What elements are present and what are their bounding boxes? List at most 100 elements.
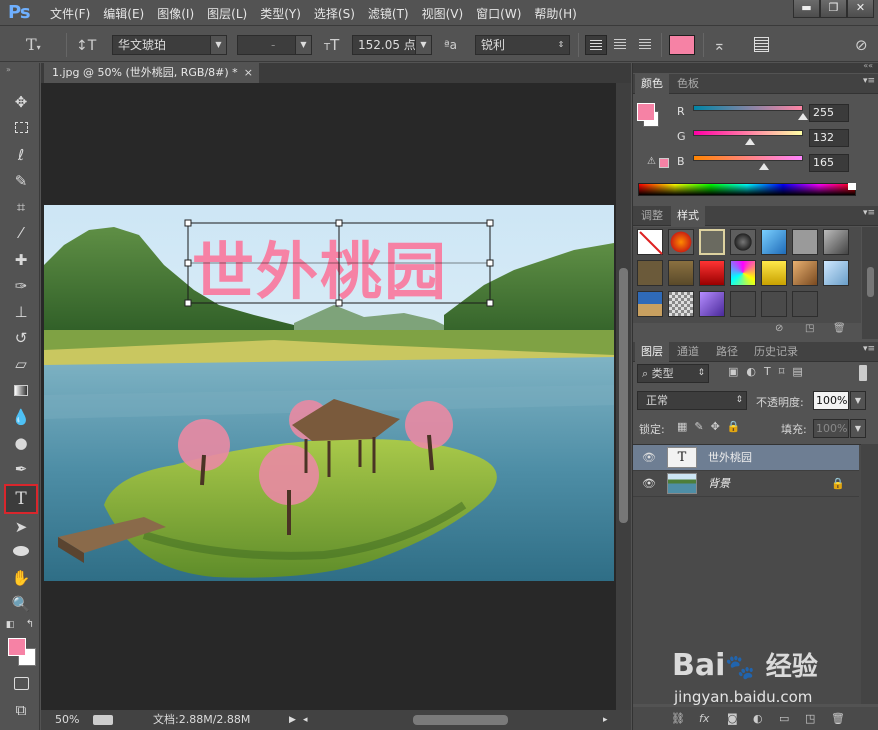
move-tool-icon[interactable]: ✥ <box>9 91 33 113</box>
tab-swatches[interactable]: 色板 <box>671 74 705 94</box>
menu-filter[interactable]: 滤镜(T) <box>368 5 409 22</box>
slider-r[interactable] <box>693 105 803 111</box>
color-spectrum-bar[interactable] <box>638 183 856 196</box>
status-menu-arrow-icon[interactable]: ▶ <box>289 710 296 730</box>
document-tab[interactable]: 1.jpg @ 50% (世外桃园, RGB/8#) * × <box>44 63 259 83</box>
clear-style-icon[interactable]: ⊘ <box>775 323 783 334</box>
align-left-button[interactable] <box>585 35 607 55</box>
style-swatch[interactable] <box>637 291 663 317</box>
align-right-button[interactable] <box>635 35 657 55</box>
tab-history[interactable]: 历史记录 <box>748 342 804 362</box>
style-swatch[interactable] <box>699 260 725 286</box>
tab-paths[interactable]: 路径 <box>710 342 744 362</box>
pen-tool-icon[interactable]: ✒ <box>9 458 33 480</box>
style-swatch[interactable] <box>699 291 725 317</box>
scroll-left-icon[interactable]: ◂ <box>303 710 308 730</box>
panel-menu-icon[interactable]: ▾≡ <box>863 208 875 218</box>
eraser-tool-icon[interactable]: ▱ <box>9 353 33 375</box>
maximize-button[interactable]: ❐ <box>820 0 847 18</box>
lasso-tool-icon[interactable]: ℓ <box>9 144 33 166</box>
font-size-select[interactable]: 152.05 点 ▼ <box>352 35 432 55</box>
panel-menu-icon[interactable]: ▾≡ <box>863 344 875 354</box>
white-chip[interactable] <box>848 183 856 190</box>
slider-b[interactable] <box>693 155 803 161</box>
slider-g-thumb[interactable] <box>744 138 755 145</box>
align-center-button[interactable] <box>610 35 632 55</box>
panel-menu-icon[interactable]: ▾≡ <box>863 76 875 86</box>
style-swatch[interactable] <box>761 291 787 317</box>
layer-row-background[interactable]: 👁 背景 🔒 <box>633 471 859 497</box>
tab-layers[interactable]: 图层 <box>635 342 669 362</box>
style-swatch[interactable] <box>792 260 818 286</box>
collapse-icon[interactable]: «« <box>863 61 873 70</box>
vertical-scrollbar-thumb[interactable] <box>619 268 628 523</box>
style-swatch[interactable] <box>823 229 849 255</box>
style-none[interactable] <box>637 229 663 255</box>
style-swatch[interactable] <box>668 260 694 286</box>
document-image[interactable]: 世外桃园 <box>44 205 614 581</box>
input-b[interactable]: 165 <box>809 154 849 172</box>
text-color-swatch[interactable] <box>669 35 695 55</box>
antialias-select[interactable]: 锐利 ⇕ <box>475 35 570 55</box>
zoom-level[interactable]: 50% <box>55 710 79 730</box>
opacity-input[interactable]: 100% <box>813 391 849 410</box>
document-info-icon[interactable] <box>93 715 113 725</box>
screen-mode-icon[interactable]: ⧉ <box>9 699 33 721</box>
gradient-tool-icon[interactable] <box>9 380 33 402</box>
layer-filter-icons[interactable]: ▣◐T⌑▤ <box>728 365 811 378</box>
warp-text-icon[interactable]: ⌅ <box>713 35 726 55</box>
style-swatch[interactable] <box>761 260 787 286</box>
type-tool-icon[interactable]: T <box>4 484 38 514</box>
input-g[interactable]: 132 <box>809 129 849 147</box>
stamp-tool-icon[interactable]: ⊥ <box>9 301 33 323</box>
style-swatch[interactable] <box>730 260 756 286</box>
menu-layer[interactable]: 图层(L) <box>207 5 247 22</box>
style-swatch[interactable] <box>823 260 849 286</box>
style-swatch[interactable] <box>761 229 787 255</box>
hand-tool-icon[interactable]: ✋ <box>9 567 33 589</box>
fill-dropdown-icon[interactable]: ▼ <box>850 419 866 438</box>
layer-filter-select[interactable]: ⌕ 类型 ⇕ <box>637 364 709 383</box>
eye-icon[interactable]: 👁 <box>642 471 656 497</box>
blend-mode-select[interactable]: 正常 ⇕ <box>637 391 747 410</box>
menu-type[interactable]: 类型(Y) <box>260 5 301 22</box>
filter-toggle-switch[interactable] <box>859 365 867 381</box>
grip-icon[interactable]: » <box>6 65 11 74</box>
history-brush-tool-icon[interactable]: ↺ <box>9 327 33 349</box>
lock-icons[interactable]: ▦✎✥🔒 <box>677 420 748 433</box>
input-r[interactable]: 255 <box>809 104 849 122</box>
style-swatch[interactable] <box>699 229 725 255</box>
horizontal-scrollbar-thumb[interactable] <box>413 715 508 725</box>
layer-name[interactable]: 背景 <box>708 471 730 497</box>
gamut-color-chip[interactable] <box>659 158 669 168</box>
styles-scrollbar[interactable] <box>862 227 878 339</box>
style-swatch[interactable] <box>792 229 818 255</box>
healing-brush-tool-icon[interactable]: ✚ <box>9 249 33 271</box>
zoom-tool-icon[interactable]: 🔍 <box>9 593 33 615</box>
menu-window[interactable]: 窗口(W) <box>476 5 521 22</box>
style-swatch[interactable] <box>730 229 756 255</box>
style-swatch[interactable] <box>668 291 694 317</box>
close-button[interactable]: ✕ <box>847 0 874 18</box>
character-panel-button[interactable] <box>752 35 772 55</box>
swap-colors-icon[interactable]: ↰ <box>24 619 36 631</box>
canvas-text-layer[interactable]: 世外桃园 <box>192 235 448 308</box>
style-swatch[interactable] <box>730 291 756 317</box>
tab-styles[interactable]: 样式 <box>671 206 705 226</box>
cancel-icon[interactable]: ⊘ <box>855 35 868 55</box>
menu-edit[interactable]: 编辑(E) <box>103 5 144 22</box>
marquee-tool-icon[interactable] <box>9 117 33 139</box>
tab-channels[interactable]: 通道 <box>671 342 705 362</box>
quick-mask-icon[interactable] <box>9 673 33 695</box>
blur-tool-icon[interactable]: 💧 <box>9 406 33 428</box>
slider-r-thumb[interactable] <box>798 113 808 120</box>
warning-icon[interactable]: ⚠ <box>647 156 656 167</box>
default-colors-icon[interactable]: ◧ <box>4 619 16 631</box>
ellipse-tool-icon[interactable] <box>9 540 33 562</box>
menu-select[interactable]: 选择(S) <box>314 5 355 22</box>
style-swatch[interactable] <box>668 229 694 255</box>
slider-b-thumb[interactable] <box>759 163 770 170</box>
font-style-select[interactable]: - ▼ <box>237 35 312 55</box>
path-selection-tool-icon[interactable]: ➤ <box>9 516 33 538</box>
close-icon[interactable]: × <box>244 63 253 83</box>
